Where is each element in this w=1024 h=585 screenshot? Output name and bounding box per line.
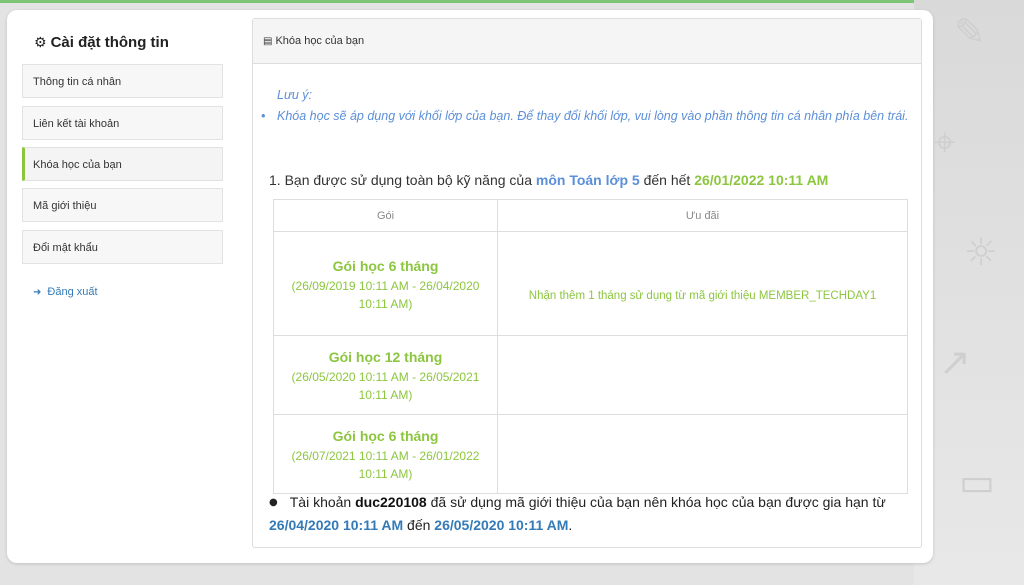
sidebar-item-your-courses[interactable]: Khóa học của bạn: [22, 147, 223, 181]
bulb-icon: ☼: [964, 230, 999, 274]
table-row: Gói học 6 tháng (26/07/2021 10:11 AM - 2…: [273, 414, 908, 494]
ruler-icon: ⌖: [934, 120, 956, 164]
courses-panel: ▤ Khóa học của bạn Lưu ý: • Khóa học sẽ á…: [252, 18, 922, 548]
account-name: duc220108: [355, 494, 427, 510]
sidebar-item-label: Khóa học của bạn: [33, 159, 122, 171]
column-header-offer: Ưu đãi: [497, 199, 908, 232]
table-row: Gói học 12 tháng (26/05/2020 10:11 AM - …: [273, 335, 908, 415]
extension-to-date: 26/05/2020 10:11 AM: [434, 517, 569, 533]
top-accent-line: [0, 0, 1024, 3]
sign-out-icon: ➜: [33, 287, 42, 298]
usage-line: 1. Bạn được sử dụng toàn bộ kỹ năng của …: [269, 172, 829, 188]
note-heading: Lưu ý:: [277, 88, 313, 102]
book-icon: ▭: [959, 460, 995, 504]
extension-note: ● Tài khoản duc220108 đã sử dụng mã giới …: [269, 494, 886, 533]
sidebar-item-change-password[interactable]: Đổi mật khẩu: [22, 230, 223, 264]
sidebar-title: ⚙ Cài đặt thông tin: [34, 34, 169, 51]
expiry-date: 26/01/2022 10:11 AM: [694, 172, 829, 188]
package-cell: Gói học 12 tháng (26/05/2020 10:11 AM - …: [273, 335, 498, 415]
pencil-icon: ✎: [954, 10, 986, 54]
sidebar-item-account-link[interactable]: Liên kết tài khoản: [22, 106, 223, 140]
table-header-row: Gói Ưu đãi: [273, 199, 908, 232]
package-period: (26/05/2020 10:11 AM - 26/05/2021 10:11 …: [291, 370, 480, 402]
packages-table: Gói Ưu đãi Gói học 6 tháng (26/09/2019 1…: [273, 199, 908, 494]
package-name: Gói học 6 tháng: [332, 428, 439, 444]
package-cell: Gói học 6 tháng (26/07/2021 10:11 AM - 2…: [273, 414, 498, 494]
note-text: Khóa học sẽ áp dụng với khối lớp của bạn…: [277, 109, 909, 123]
package-period: (26/09/2019 10:11 AM - 26/04/2020 10:11 …: [291, 278, 480, 311]
extension-from-date: 26/04/2020 10:11 AM: [269, 517, 404, 533]
package-name: Gói học 6 tháng: [332, 257, 439, 274]
panel-title: Khóa học của bạn: [275, 35, 365, 47]
bullet-icon: ●: [269, 497, 278, 508]
bullet-icon: •: [261, 109, 266, 123]
offer-cell: [497, 335, 908, 415]
offer-cell: [497, 414, 908, 494]
sidebar-item-label: Liên kết tài khoản: [33, 118, 120, 130]
package-period: (26/07/2021 10:11 AM - 26/01/2022 10:11 …: [291, 449, 480, 481]
package-cell: Gói học 6 tháng (26/09/2019 10:11 AM - 2…: [273, 231, 498, 336]
list-icon: ▤: [263, 36, 273, 47]
subject-name: môn Toán lớp 5: [535, 172, 640, 188]
table-row: Gói học 6 tháng (26/09/2019 10:11 AM - 2…: [273, 231, 908, 336]
offer-cell: Nhận thêm 1 tháng sử dụng từ mã giới thi…: [497, 231, 908, 336]
chart-icon: ↗: [939, 340, 971, 384]
sidebar-item-label: Mã giới thiệu: [33, 200, 97, 212]
gear-icon: ⚙: [34, 35, 47, 51]
sidebar-item-referral-code[interactable]: Mã giới thiệu: [22, 188, 223, 222]
sidebar-item-label: Đổi mật khẩu: [33, 242, 98, 254]
logout-link[interactable]: ➜ Đăng xuất: [33, 286, 98, 298]
sidebar-item-label: Thông tin cá nhân: [33, 76, 122, 88]
panel-header: ▤ Khóa học của bạn: [253, 19, 921, 64]
note-box: Lưu ý: • Khóa học sẽ áp dụng với khối lớ…: [261, 85, 912, 127]
package-name: Gói học 12 tháng: [328, 349, 443, 365]
settings-card: ⚙ Cài đặt thông tin Thông tin cá nhân Liê…: [7, 10, 933, 563]
column-header-package: Gói: [273, 199, 498, 232]
sidebar-item-personal-info[interactable]: Thông tin cá nhân: [22, 64, 223, 98]
